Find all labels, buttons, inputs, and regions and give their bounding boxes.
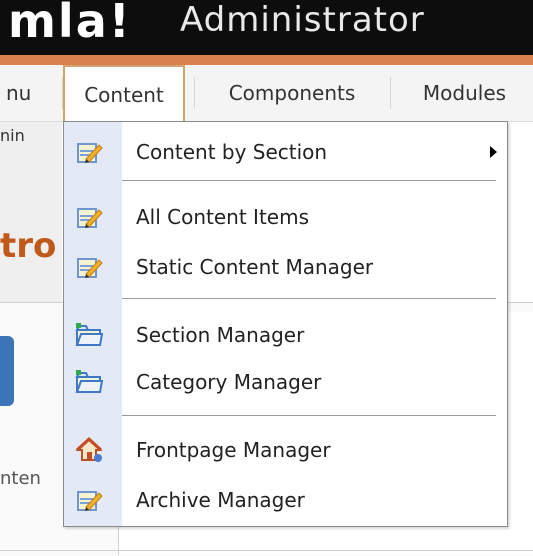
app-logo: mla! [8, 0, 132, 48]
app-header: mla! Administrator [0, 0, 533, 55]
admin-link-fragment[interactable]: nin [0, 126, 25, 145]
menu-item-frontpage-manager[interactable]: Frontpage Manager [64, 430, 507, 470]
edit-icon [77, 143, 103, 163]
menu-item-section-manager[interactable]: Section Manager [64, 315, 507, 355]
menu-item-category-manager[interactable]: Category Manager [64, 362, 507, 402]
menu-item-label: All Content Items [136, 205, 309, 229]
page-title: tro [0, 226, 57, 266]
menu-item-modules[interactable]: Modules [396, 65, 533, 121]
menu-separator [122, 415, 496, 416]
menu-item-label: Content by Section [136, 140, 328, 164]
menu-item-content[interactable]: Content [63, 65, 185, 121]
menu-item-label: Frontpage Manager [136, 438, 331, 462]
edit-icon [77, 491, 103, 511]
menu-item-menu[interactable]: nu [0, 65, 58, 121]
folder-icon [75, 323, 104, 346]
panel-divider [0, 550, 533, 551]
header-accent-strip [0, 55, 533, 65]
menu-item-all-content-items[interactable]: All Content Items [64, 197, 507, 237]
menu-separator [122, 180, 496, 181]
edit-icon [77, 208, 103, 228]
menu-item-label: Section Manager [136, 323, 305, 347]
menu-separator [122, 298, 496, 299]
menu-item-archive-manager[interactable]: Archive Manager [64, 480, 507, 520]
home-icon [75, 436, 103, 462]
menu-item-components[interactable]: Components [202, 65, 382, 121]
menu-item-label: Static Content Manager [136, 255, 374, 279]
menu-item-label: Category Manager [136, 370, 322, 394]
main-menu-bar: nu Content Components Modules [0, 65, 533, 122]
content-dropdown-menu: Content by Section All Content Items Sta… [63, 121, 508, 527]
content-icon[interactable] [0, 336, 14, 406]
menu-item-static-content-manager[interactable]: Static Content Manager [64, 247, 507, 287]
content-icon-label[interactable]: nten [0, 468, 41, 489]
menu-item-label: Archive Manager [136, 488, 305, 512]
folder-icon [75, 370, 104, 393]
edit-icon [77, 258, 103, 278]
submenu-arrow-icon [490, 146, 497, 158]
menu-separator [194, 77, 195, 109]
app-title: Administrator [180, 0, 425, 40]
menu-item-content-by-section[interactable]: Content by Section [64, 132, 507, 172]
menu-separator [390, 77, 391, 109]
